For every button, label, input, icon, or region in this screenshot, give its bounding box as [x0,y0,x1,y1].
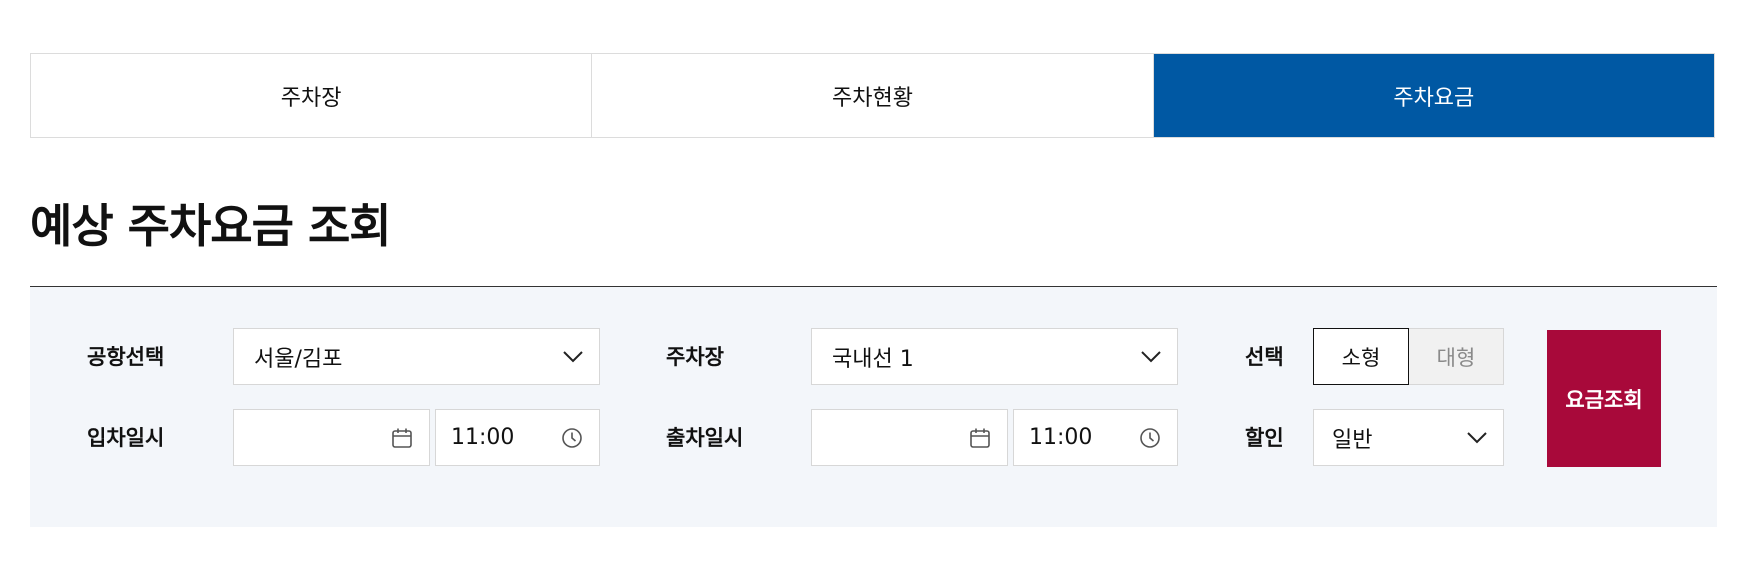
exit-date-input[interactable] [811,409,1008,466]
fee-search-button[interactable]: 요금조회 [1547,330,1661,467]
exit-label: 출차일시 [666,426,744,450]
entry-time-input[interactable]: 11:00 [435,409,600,466]
car-size-label: 선택 [1245,345,1284,369]
tab-parking-fee[interactable]: 주차요금 [1152,54,1714,137]
parking-select[interactable]: 국내선 1 [811,328,1178,385]
tab-parking-status[interactable]: 주차현황 [591,54,1153,137]
discount-label: 할인 [1245,426,1284,450]
airport-value: 서울/김포 [254,346,343,372]
tab-parking-lot[interactable]: 주차장 [31,54,592,137]
calendar-icon [391,427,413,449]
entry-label: 입차일시 [87,426,165,450]
tab-bar: 주차장 주차현황 주차요금 [30,53,1715,138]
page-title: 예상 주차요금 조회 [30,199,392,253]
chevron-down-icon [563,350,583,363]
airport-select[interactable]: 서울/김포 [233,328,600,385]
chevron-down-icon [1141,350,1161,363]
clock-icon [1139,427,1161,449]
parking-label: 주차장 [666,345,724,369]
clock-icon [561,427,583,449]
calendar-icon [969,427,991,449]
car-size-large-option[interactable]: 대형 [1408,328,1504,385]
parking-value: 국내선 1 [832,346,914,372]
fee-search-form: 공항선택 서울/김포 주차장 국내선 1 선택 소형 대형 입차일시 11:00… [30,286,1717,527]
car-size-small-option[interactable]: 소형 [1313,328,1409,385]
airport-label: 공항선택 [87,345,165,369]
exit-time-input[interactable]: 11:00 [1013,409,1178,466]
entry-date-input[interactable] [233,409,430,466]
chevron-down-icon [1467,431,1487,444]
discount-select[interactable]: 일반 [1313,409,1504,466]
